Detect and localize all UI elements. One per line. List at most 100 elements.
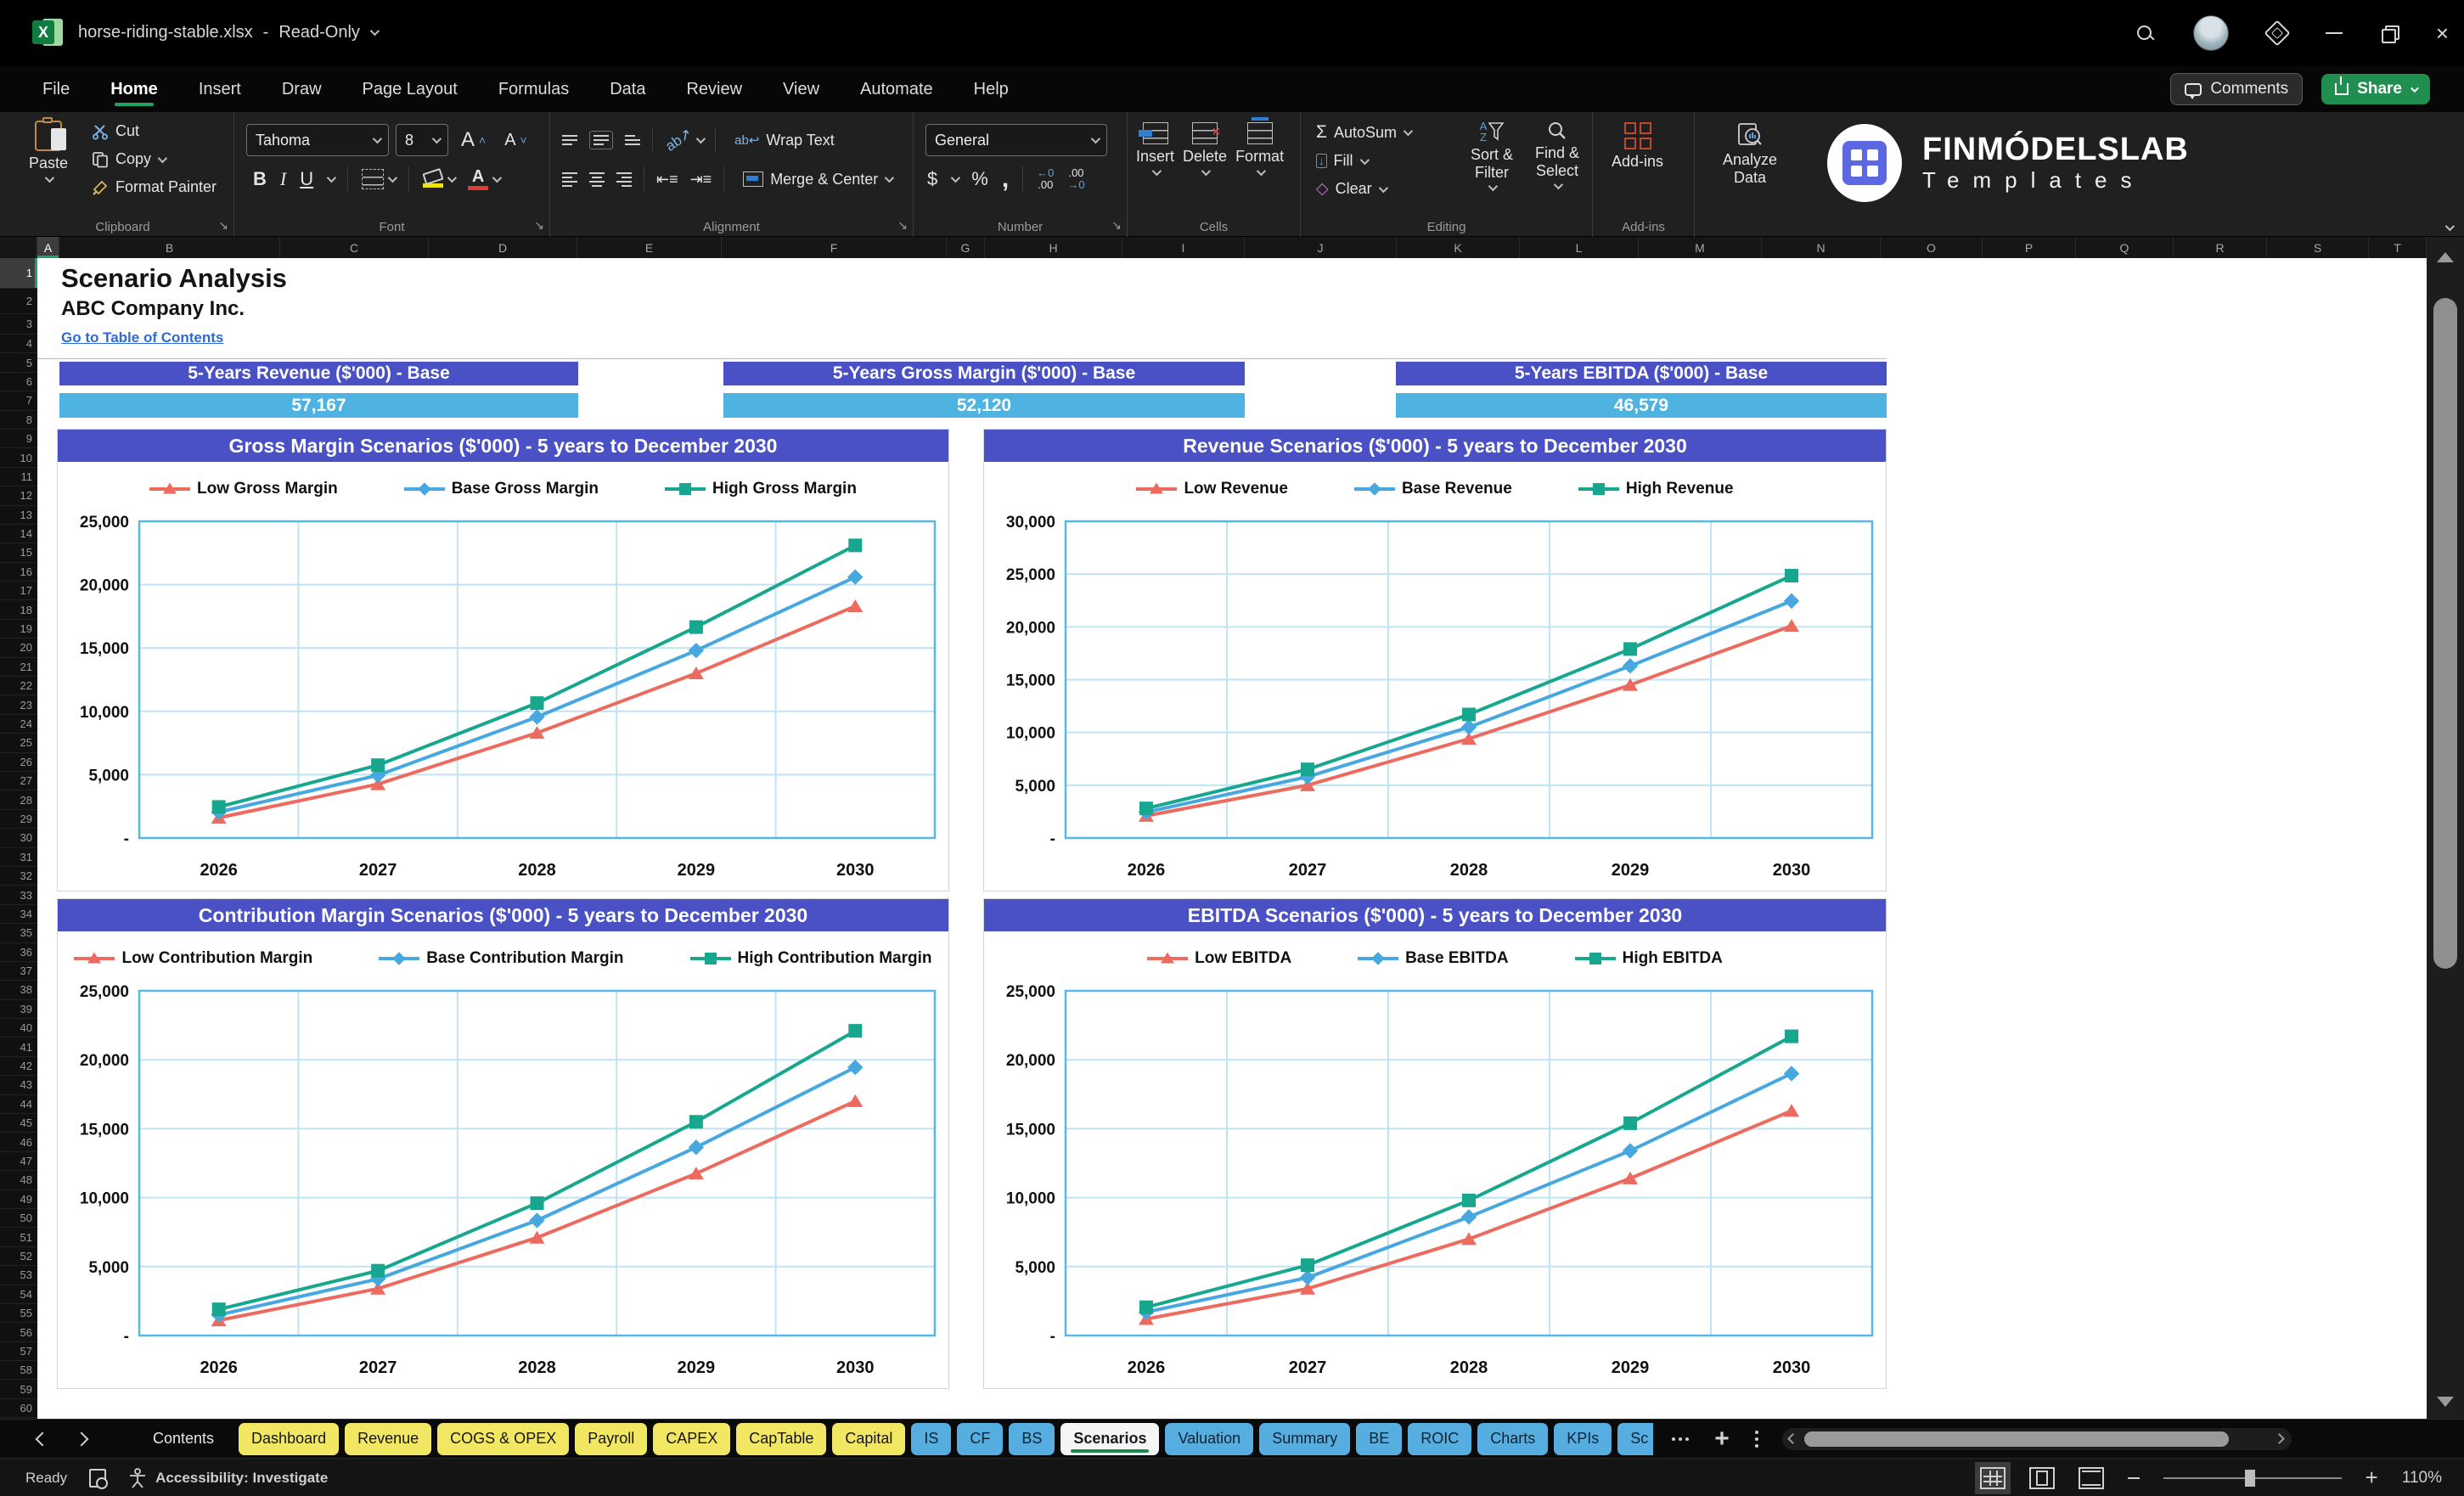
row-header-15[interactable]: 15 bbox=[0, 543, 37, 562]
row-header-37[interactable]: 37 bbox=[0, 962, 37, 981]
column-header-S[interactable]: S bbox=[2267, 237, 2369, 258]
insert-cells-button[interactable]: Insert bbox=[1136, 122, 1174, 176]
accessibility-status[interactable]: Accessibility: Investigate bbox=[128, 1468, 328, 1488]
row-header-32[interactable]: 32 bbox=[0, 867, 37, 886]
row-header-51[interactable]: 51 bbox=[0, 1228, 37, 1246]
zoom-slider[interactable] bbox=[2163, 1477, 2342, 1479]
increase-font-button[interactable]: A˄ bbox=[455, 125, 492, 155]
macro-record-icon[interactable] bbox=[89, 1469, 106, 1488]
hscroll-right-icon[interactable] bbox=[2274, 1433, 2285, 1444]
zoom-in-button[interactable]: + bbox=[2366, 1469, 2378, 1487]
sort-filter-button[interactable]: AZ Sort & Filter bbox=[1460, 121, 1523, 191]
row-header-28[interactable]: 28 bbox=[0, 790, 37, 809]
column-header-R[interactable]: R bbox=[2174, 237, 2267, 258]
row-header-20[interactable]: 20 bbox=[0, 638, 37, 657]
row-header-5[interactable]: 5 bbox=[0, 353, 37, 372]
row-header-39[interactable]: 39 bbox=[0, 1000, 37, 1019]
sheet-tab-capital[interactable]: Capital bbox=[832, 1423, 905, 1455]
sheet-tab-be[interactable]: BE bbox=[1356, 1423, 1402, 1455]
number-format-select[interactable]: General bbox=[925, 124, 1107, 156]
clear-button[interactable]: ◇ Clear bbox=[1309, 176, 1417, 202]
sheet-tab-summary[interactable]: Summary bbox=[1259, 1423, 1350, 1455]
row-header-24[interactable]: 24 bbox=[0, 715, 37, 734]
hscroll-left-icon[interactable] bbox=[1787, 1433, 1798, 1444]
row-header-27[interactable]: 27 bbox=[0, 772, 37, 790]
column-header-K[interactable]: K bbox=[1397, 237, 1520, 258]
collapse-ribbon-icon[interactable] bbox=[2445, 222, 2455, 231]
close-button[interactable]: × bbox=[2436, 22, 2449, 44]
row-header-56[interactable]: 56 bbox=[0, 1323, 37, 1341]
align-right-icon[interactable] bbox=[616, 172, 632, 187]
row-header-14[interactable]: 14 bbox=[0, 525, 37, 543]
align-middle-icon[interactable] bbox=[589, 131, 613, 149]
row-header-42[interactable]: 42 bbox=[0, 1057, 37, 1076]
sheet-tab-is[interactable]: IS bbox=[911, 1423, 951, 1455]
decrease-indent-icon[interactable]: ⇤≡ bbox=[656, 171, 678, 188]
column-header-Q[interactable]: Q bbox=[2076, 237, 2174, 258]
column-header-B[interactable]: B bbox=[59, 237, 280, 258]
restore-button[interactable] bbox=[2382, 25, 2397, 41]
row-header-29[interactable]: 29 bbox=[0, 810, 37, 829]
menu-tab-help[interactable]: Help bbox=[972, 68, 1010, 111]
align-bottom-icon[interactable] bbox=[625, 135, 640, 145]
sheet-tab-capex[interactable]: CAPEX bbox=[653, 1423, 730, 1455]
column-header-N[interactable]: N bbox=[1762, 237, 1881, 258]
menu-tab-draw[interactable]: Draw bbox=[280, 68, 323, 111]
percent-format-button[interactable]: % bbox=[971, 168, 988, 190]
select-all-corner[interactable] bbox=[0, 237, 37, 258]
align-top-icon[interactable] bbox=[562, 135, 577, 145]
autosum-button[interactable]: Σ AutoSum bbox=[1309, 119, 1417, 146]
row-header-41[interactable]: 41 bbox=[0, 1038, 37, 1056]
font-size-select[interactable]: 8 bbox=[396, 124, 448, 156]
sheet-tab-dashboard[interactable]: Dashboard bbox=[239, 1423, 339, 1455]
underline-chevron-icon[interactable] bbox=[327, 173, 336, 183]
scroll-up-icon[interactable] bbox=[2437, 252, 2454, 262]
row-header-23[interactable]: 23 bbox=[0, 695, 37, 714]
column-header-C[interactable]: C bbox=[280, 237, 429, 258]
new-sheet-button[interactable]: + bbox=[1714, 1426, 1730, 1452]
row-header-3[interactable]: 3 bbox=[0, 314, 37, 335]
row-header-25[interactable]: 25 bbox=[0, 734, 37, 752]
menu-tab-review[interactable]: Review bbox=[684, 68, 744, 111]
chart-0[interactable]: Gross Margin Scenarios ($'000) - 5 years… bbox=[57, 429, 949, 891]
menu-tab-formulas[interactable]: Formulas bbox=[497, 68, 571, 111]
row-header-6[interactable]: 6 bbox=[0, 373, 37, 391]
sheet-tab-contents[interactable]: Contents bbox=[134, 1423, 233, 1455]
sheet-tab-charts[interactable]: Charts bbox=[1477, 1423, 1548, 1455]
align-center-icon[interactable] bbox=[589, 172, 605, 187]
sheet-tab-captable[interactable]: CapTable bbox=[736, 1423, 826, 1455]
sheet-tab-scenarios[interactable]: Scenarios bbox=[1060, 1423, 1159, 1455]
zoom-slider-thumb[interactable] bbox=[2245, 1470, 2255, 1487]
orientation-button[interactable]: ab↗ bbox=[665, 132, 703, 149]
table-of-contents-link[interactable]: Go to Table of Contents bbox=[61, 329, 223, 346]
menu-tab-home[interactable]: Home bbox=[109, 68, 160, 111]
comments-button[interactable]: Comments bbox=[2170, 73, 2303, 105]
column-header-A[interactable]: A bbox=[37, 237, 59, 258]
row-header-55[interactable]: 55 bbox=[0, 1304, 37, 1323]
addins-button[interactable]: Add-ins bbox=[1612, 122, 1663, 171]
row-header-10[interactable]: 10 bbox=[0, 448, 37, 467]
prev-sheet-arrow[interactable] bbox=[36, 1431, 50, 1446]
more-sheets-icon[interactable] bbox=[1672, 1437, 1689, 1441]
row-header-52[interactable]: 52 bbox=[0, 1247, 37, 1266]
chart-3[interactable]: EBITDA Scenarios ($'000) - 5 years to De… bbox=[983, 898, 1887, 1389]
zoom-out-button[interactable] bbox=[2128, 1477, 2140, 1479]
decrease-decimal-button[interactable]: .00→0 bbox=[1067, 167, 1084, 192]
row-header-43[interactable]: 43 bbox=[0, 1076, 37, 1094]
row-header-4[interactable]: 4 bbox=[0, 335, 37, 353]
row-header-54[interactable]: 54 bbox=[0, 1285, 37, 1304]
row-header-31[interactable]: 31 bbox=[0, 848, 37, 867]
borders-button[interactable] bbox=[362, 169, 395, 189]
align-left-icon[interactable] bbox=[562, 172, 577, 187]
page-break-view-button[interactable] bbox=[2079, 1467, 2104, 1489]
row-header-58[interactable]: 58 bbox=[0, 1361, 37, 1380]
row-header-34[interactable]: 34 bbox=[0, 905, 37, 924]
column-header-T[interactable]: T bbox=[2369, 237, 2427, 258]
row-header-21[interactable]: 21 bbox=[0, 658, 37, 677]
column-header-J[interactable]: J bbox=[1245, 237, 1397, 258]
row-header-17[interactable]: 17 bbox=[0, 582, 37, 600]
row-header-40[interactable]: 40 bbox=[0, 1019, 37, 1038]
copy-button[interactable]: Copy bbox=[85, 147, 223, 172]
format-painter-button[interactable]: Format Painter bbox=[85, 175, 223, 200]
row-header-45[interactable]: 45 bbox=[0, 1114, 37, 1133]
